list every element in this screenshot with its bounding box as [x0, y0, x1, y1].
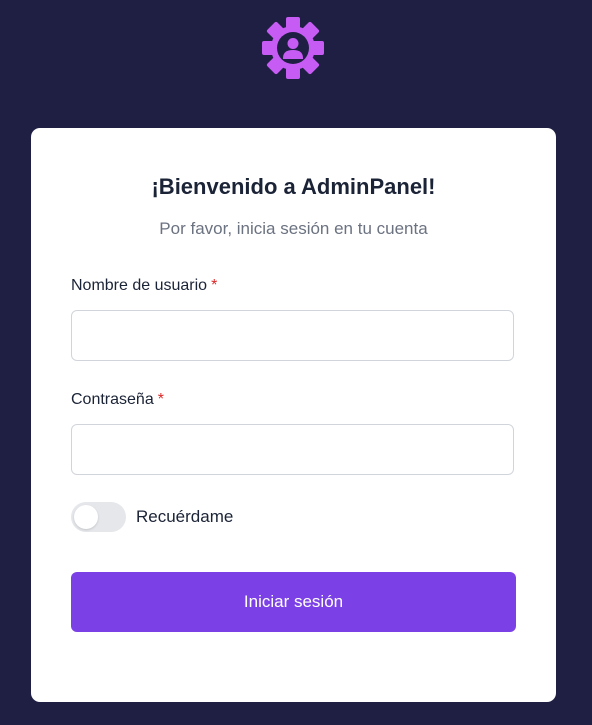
login-card: ¡Bienvenido a AdminPanel! Por favor, ini… — [31, 128, 556, 702]
username-input[interactable] — [71, 310, 514, 361]
login-button[interactable]: Iniciar sesión — [71, 572, 516, 632]
password-label: Contraseña * — [71, 391, 164, 409]
welcome-subtitle: Por favor, inicia sesión en tu cuenta — [159, 219, 428, 238]
toggle-knob — [74, 505, 98, 529]
gear-user-icon — [262, 17, 324, 79]
username-required-mark: * — [211, 277, 218, 294]
remember-me-label[interactable]: Recuérdame — [136, 507, 233, 527]
welcome-title: ¡Bienvenido a AdminPanel! — [151, 174, 436, 199]
username-label: Nombre de usuario * — [71, 277, 217, 295]
username-label-text: Nombre de usuario — [71, 277, 208, 294]
password-input[interactable] — [71, 424, 514, 475]
password-required-mark: * — [157, 391, 164, 408]
remember-me-toggle[interactable] — [71, 502, 126, 532]
password-label-text: Contraseña — [71, 391, 154, 408]
